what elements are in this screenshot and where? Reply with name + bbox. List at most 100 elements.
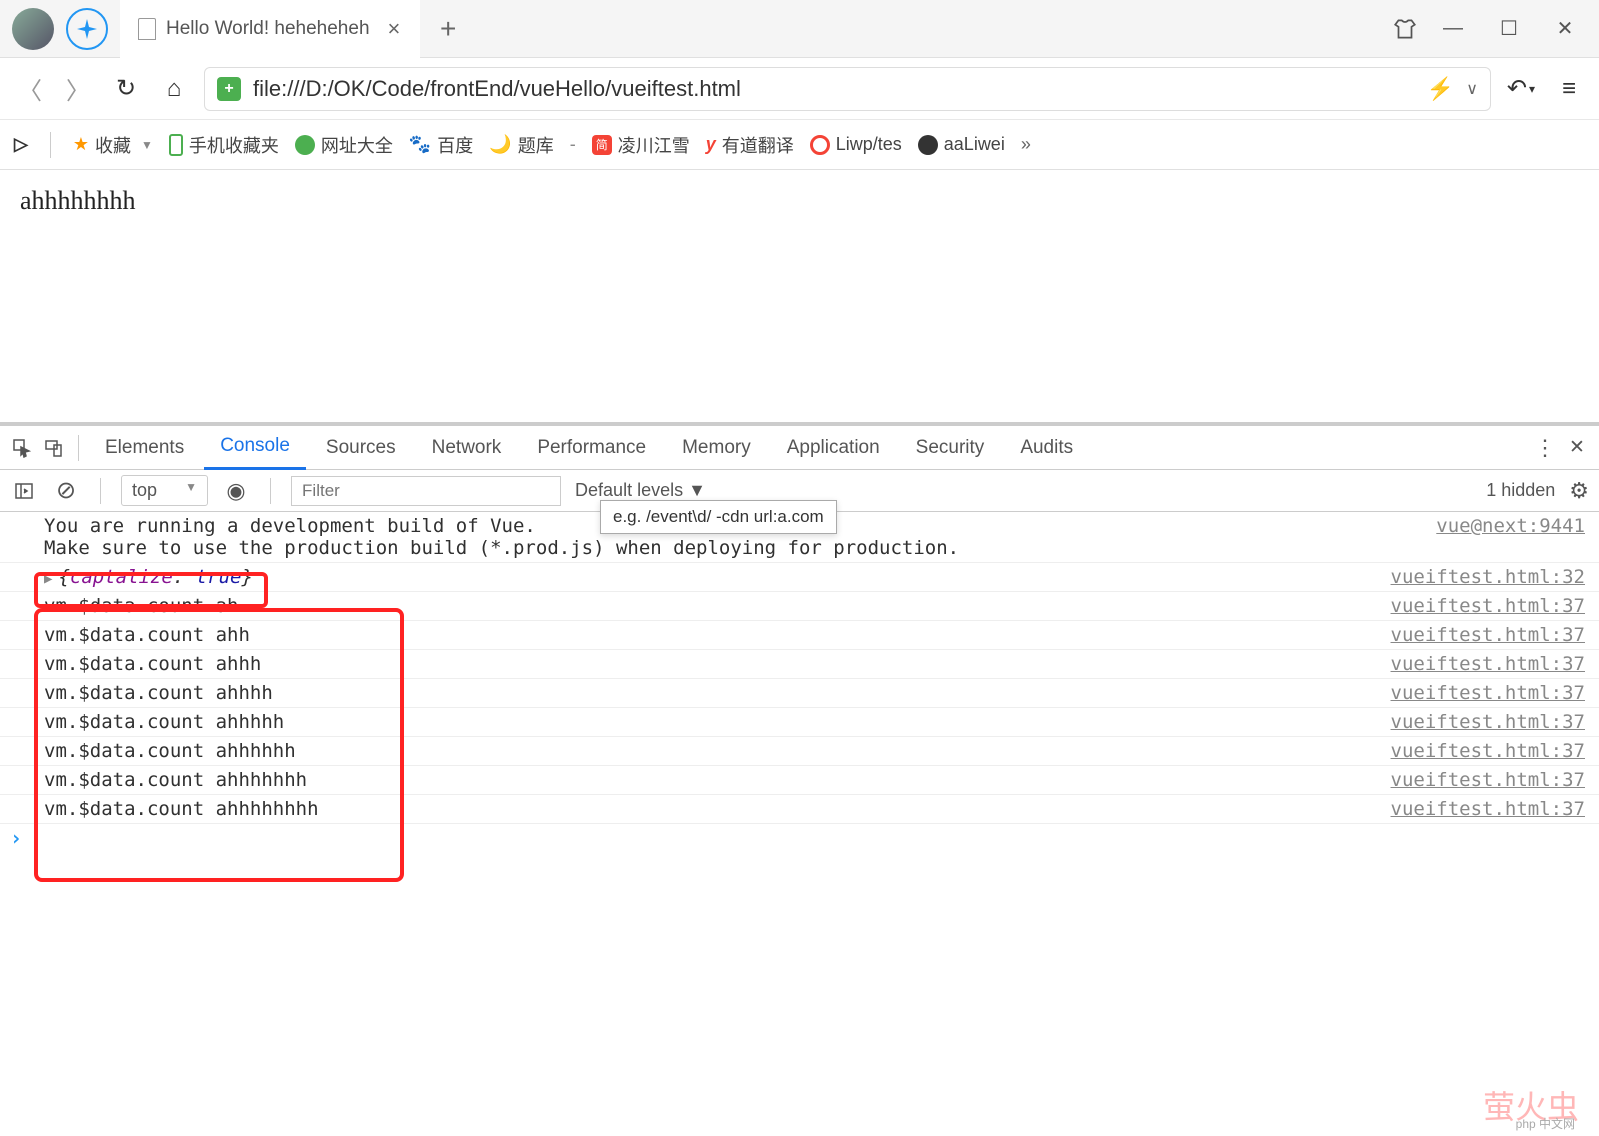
console-message: vm.$data.count ahhhhhvueiftest.html:37 [0, 708, 1599, 737]
message-source-link[interactable]: vueiftest.html:37 [1391, 595, 1585, 617]
bookmark-lingchuan[interactable]: 简凌川江雪 [592, 132, 690, 158]
bookmark-baidu[interactable]: 🐾百度 [409, 132, 473, 158]
message-source-link[interactable]: vueiftest.html:37 [1391, 711, 1585, 733]
device-toggle-icon[interactable] [40, 434, 68, 462]
compass-icon[interactable] [66, 8, 108, 50]
github-icon [918, 135, 938, 155]
devtools-tabs: Elements Console Sources Network Perform… [0, 426, 1599, 470]
expand-arrow-icon[interactable]: ▶ [44, 571, 52, 587]
message-source-link[interactable]: vueiftest.html:37 [1391, 624, 1585, 646]
message-text: vm.$data.count ahh [44, 624, 1391, 646]
url-text[interactable]: file:///D:/OK/Code/frontEnd/vueHello/vue… [253, 76, 1415, 102]
tab-network[interactable]: Network [416, 426, 518, 470]
user-avatar[interactable] [12, 8, 54, 50]
message-source-link[interactable]: vueiftest.html:37 [1391, 682, 1585, 704]
bookmark-tiku-dash: - [570, 134, 576, 155]
address-box[interactable]: + file:///D:/OK/Code/frontEnd/vueHello/v… [204, 67, 1491, 111]
message-text: vm.$data.count ah [44, 595, 1391, 617]
message-source-link[interactable]: vue@next:9441 [1436, 515, 1585, 537]
new-tab-button[interactable]: + [420, 13, 476, 45]
message-source-link[interactable]: vueiftest.html:32 [1391, 566, 1585, 588]
browser-tab[interactable]: Hello World! heheheheh × [120, 0, 420, 58]
tab-console[interactable]: Console [204, 426, 306, 470]
flash-icon[interactable]: ⚡ [1427, 76, 1454, 102]
address-bar: 〈 〉 ↻ ⌂ + file:///D:/OK/Code/frontEnd/vu… [0, 58, 1599, 120]
message-text: ▶{captalize: true} [44, 566, 1391, 588]
bookmark-wangzhi[interactable]: 网址大全 [295, 132, 393, 158]
page-text: ahhhhhhhh [20, 186, 136, 215]
console-settings-icon[interactable]: ⚙ [1569, 478, 1589, 504]
devtools-close-icon[interactable]: ✕ [1563, 434, 1591, 462]
message-text: You are running a development build of V… [44, 515, 1436, 559]
message-source-link[interactable]: vueiftest.html:37 [1391, 740, 1585, 762]
inspect-icon[interactable] [8, 434, 36, 462]
console-prompt[interactable]: › [0, 824, 1599, 852]
message-text: vm.$data.count ahhhhhhhh [44, 798, 1391, 820]
tab-elements[interactable]: Elements [89, 426, 200, 470]
green-icon [295, 135, 315, 155]
back-button[interactable]: 〈 [12, 71, 48, 107]
bookmark-youdao[interactable]: y有道翻译 [706, 132, 794, 158]
console-body[interactable]: You are running a development build of V… [0, 512, 1599, 1136]
message-source-link[interactable]: vueiftest.html:37 [1391, 653, 1585, 675]
message-source-link[interactable]: vueiftest.html:37 [1391, 798, 1585, 820]
tshirt-icon[interactable] [1381, 9, 1429, 49]
star-icon: ★ [73, 134, 89, 155]
message-text: vm.$data.count ahhhhh [44, 711, 1391, 733]
maximize-button[interactable]: ☐ [1485, 9, 1533, 49]
home-button[interactable]: ⌂ [156, 71, 192, 107]
phone-icon [169, 134, 183, 156]
window-controls: — ☐ ✕ [1429, 9, 1599, 49]
mobile-bookmarks[interactable]: 手机收藏夹 [169, 132, 279, 158]
eye-icon[interactable]: ◉ [222, 477, 250, 505]
devtools-panel: Elements Console Sources Network Perform… [0, 422, 1599, 1136]
forward-button[interactable]: 〉 [60, 71, 96, 107]
bookmark-tiku[interactable]: 🌙题库 [489, 132, 553, 158]
bookmark-liwp[interactable]: Liwp/tes [810, 134, 902, 155]
tab-memory[interactable]: Memory [666, 426, 767, 470]
console-toolbar: ⊘ top ◉ Default levels ▼ 1 hidden ⚙ e.g.… [0, 470, 1599, 512]
clear-console-icon[interactable]: ⊘ [52, 477, 80, 505]
more-bookmarks-button[interactable]: » [1021, 134, 1031, 155]
console-message: vm.$data.count ahhhhhhhhvueiftest.html:3… [0, 795, 1599, 824]
titlebar: Hello World! heheheheh × + — ☐ ✕ [0, 0, 1599, 58]
tab-performance[interactable]: Performance [521, 426, 662, 470]
tab-audits[interactable]: Audits [1004, 426, 1089, 470]
page-content: ahhhhhhhh [0, 170, 1599, 422]
favorites-button[interactable]: ★收藏▼ [73, 132, 153, 158]
url-dropdown-icon[interactable]: ∨ [1466, 79, 1478, 99]
jian-icon: 简 [592, 135, 612, 155]
tab-security[interactable]: Security [900, 426, 1001, 470]
console-message: ▶{captalize: true}vueiftest.html:32 [0, 563, 1599, 592]
shield-icon[interactable]: + [217, 77, 241, 101]
message-source-link[interactable]: vueiftest.html:37 [1391, 769, 1585, 791]
sidebar-toggle-button[interactable]: ▷ [14, 134, 28, 155]
console-message: vm.$data.count ahvueiftest.html:37 [0, 592, 1599, 621]
bookmark-aaliwei[interactable]: aaLiwei [918, 134, 1005, 155]
message-text: vm.$data.count ahhh [44, 653, 1391, 675]
hidden-count[interactable]: 1 hidden [1486, 480, 1555, 501]
minimize-button[interactable]: — [1429, 9, 1477, 49]
log-levels-select[interactable]: Default levels ▼ [575, 480, 706, 501]
tab-close-icon[interactable]: × [388, 16, 401, 42]
devtools-more-icon[interactable]: ⋮ [1531, 434, 1559, 462]
message-text: vm.$data.count ahhhhhh [44, 740, 1391, 762]
undo-button[interactable]: ↶▾ [1503, 71, 1539, 107]
console-sidebar-toggle[interactable] [10, 477, 38, 505]
console-message: vm.$data.count ahhhhhhvueiftest.html:37 [0, 737, 1599, 766]
console-message: vm.$data.count ahhhhhhhvueiftest.html:37 [0, 766, 1599, 795]
context-select[interactable]: top [121, 475, 208, 506]
menu-button[interactable]: ≡ [1551, 71, 1587, 107]
console-message: vm.$data.count ahhhvueiftest.html:37 [0, 650, 1599, 679]
console-message: vm.$data.count ahhvueiftest.html:37 [0, 621, 1599, 650]
tab-application[interactable]: Application [771, 426, 896, 470]
page-icon [138, 18, 156, 40]
filter-input[interactable] [291, 476, 561, 506]
youdao-icon: y [706, 134, 716, 155]
close-window-button[interactable]: ✕ [1541, 9, 1589, 49]
crescent-icon: 🌙 [489, 134, 511, 155]
tab-sources[interactable]: Sources [310, 426, 412, 470]
tab-title: Hello World! heheheheh [166, 18, 370, 40]
reload-button[interactable]: ↻ [108, 71, 144, 107]
console-message: vm.$data.count ahhhhvueiftest.html:37 [0, 679, 1599, 708]
